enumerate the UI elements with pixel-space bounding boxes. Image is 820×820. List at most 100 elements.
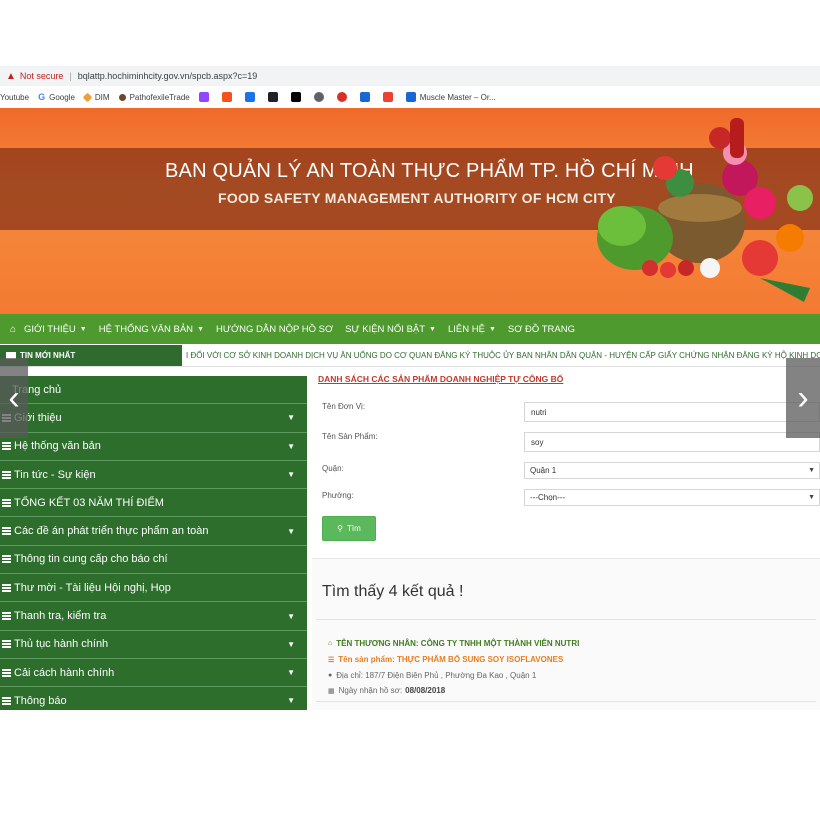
nav-so-do-trang[interactable]: SƠ ĐỒ TRANG xyxy=(508,324,575,335)
list-icon xyxy=(2,498,11,507)
sidebar-item-he-thong-van-ban[interactable]: Hệ thống văn bản ▼ xyxy=(0,433,307,461)
caret-down-icon: ▼ xyxy=(287,470,295,480)
vegetables-illustration xyxy=(597,118,813,302)
sidebar-item-tin-tuc[interactable]: Tin tức - Sự kiện ▼ xyxy=(0,461,307,490)
caret-down-icon: ▼ xyxy=(287,611,295,621)
ward-label: Phường: xyxy=(322,491,354,500)
address-bar[interactable]: ▲ Not secure | bqlattp.hochiminhcity.gov… xyxy=(0,66,820,86)
sidebar-item-gioi-thieu[interactable]: Giới thiệu ▼ xyxy=(0,404,307,433)
caret-down-icon: ▼ xyxy=(429,325,436,333)
caret-down-icon: ▼ xyxy=(808,494,815,501)
sidebar-item-de-an[interactable]: Các đề án phát triển thực phẩm an toàn ▼ xyxy=(0,517,307,546)
bookmark-blue-icon[interactable] xyxy=(244,92,259,102)
bookmark-circle-icon[interactable] xyxy=(313,92,328,102)
district-label: Quận: xyxy=(322,464,344,473)
sidebar-item-thong-bao[interactable]: Thông báo ▼ xyxy=(0,687,307,710)
caret-down-icon: ▼ xyxy=(488,325,496,333)
unit-input[interactable]: nutri xyxy=(524,402,820,422)
result-trader[interactable]: ⌂ TÊN THƯƠNG NHÂN: CÔNG TY TNHH MỘT THÀN… xyxy=(328,639,579,648)
sidebar-item-thu-tuc[interactable]: Thủ tục hành chính ▼ xyxy=(0,631,307,659)
bookmark-red-icon[interactable] xyxy=(336,92,351,102)
caret-down-icon: ▼ xyxy=(79,325,87,333)
sidebar-item-label: Thanh tra, kiểm tra xyxy=(14,610,107,623)
map-marker-icon: ● xyxy=(328,672,333,679)
bookmark-h-icon[interactable] xyxy=(359,92,374,102)
results-section: Tìm thấy 4 kết quả ! ⌂ TÊN THƯƠNG NHÂN: … xyxy=(312,558,820,710)
product-input[interactable]: soy xyxy=(524,432,820,452)
bookmark-gift-icon[interactable] xyxy=(382,92,397,102)
result-count: Tìm thấy 4 kết quả ! xyxy=(322,583,464,600)
divider xyxy=(316,701,816,702)
previous-arrow-icon[interactable]: ‹ xyxy=(0,358,28,438)
banner-title-en: FOOD SAFETY MANAGEMENT AUTHORITY OF HCM … xyxy=(218,190,616,206)
product-label: Tên Sản Phẩm: xyxy=(322,432,378,441)
search-panel: DANH SÁCH CÁC SẢN PHẨM DOANH NGHIỆP TỰ C… xyxy=(312,368,820,710)
list-icon xyxy=(2,527,11,536)
sidebar-item-label: Tin tức - Sự kiện xyxy=(14,468,96,481)
news-ticker: TIN MỚI NHẤT I ĐỐI VỚI CƠ SỞ KINH DOANH … xyxy=(0,345,820,367)
caret-down-icon: ▼ xyxy=(287,526,295,536)
nav-lien-he[interactable]: LIÊN HỆ ▼ xyxy=(448,324,496,335)
list-icon xyxy=(2,583,11,592)
bookmark-g-icon[interactable] xyxy=(221,92,236,102)
bookmark-muscle-master[interactable]: Muscle Master – Or... xyxy=(405,92,496,102)
main-nav: ⌂ GIỚI THIỆU ▼ HỆ THỐNG VĂN BẢN ▼ HƯỚNG DẪ… xyxy=(0,314,820,344)
nav-he-thong-van-ban[interactable]: HỆ THỐNG VĂN BẢN ▼ xyxy=(99,324,204,335)
bookmark-dim[interactable]: DIM xyxy=(82,92,110,102)
divider xyxy=(316,619,816,620)
sidebar-item-thanh-tra[interactable]: Thanh tra, kiểm tra ▼ xyxy=(0,602,307,631)
result-product[interactable]: ☰ Tên sản phẩm: THỰC PHẨM BỔ SUNG SOY IS… xyxy=(328,655,563,664)
sidebar-item-label: Thư mời - Tài liệu Hội nghị, Họp xyxy=(14,581,171,594)
security-status[interactable]: Not secure xyxy=(20,71,64,81)
bookmark-twitch-icon[interactable] xyxy=(198,92,213,102)
list-icon xyxy=(2,668,11,677)
sidebar-item-label: Thông tin cung cấp cho báo chí xyxy=(14,553,168,566)
nav-gioi-thieu[interactable]: GIỚI THIỆU ▼ xyxy=(24,324,87,335)
h-icon xyxy=(405,92,416,102)
caret-down-icon: ▼ xyxy=(197,325,204,333)
caret-down-icon: ▼ xyxy=(808,467,815,474)
caret-down-icon: ▼ xyxy=(287,668,295,678)
home-icon: ⌂ xyxy=(328,640,333,647)
ward-select[interactable]: ---Chọn--- ▼ xyxy=(524,489,820,506)
calendar-icon: ▦ xyxy=(328,687,335,695)
sidebar-item-cai-cach[interactable]: Cải cách hành chính ▼ xyxy=(0,659,307,688)
bookmark-pathofexile[interactable]: PathofexileTrade xyxy=(118,93,190,102)
caret-down-icon: ▼ xyxy=(287,441,295,451)
site-banner: BAN QUẢN LÝ AN TOÀN THỰC PHẨM TP. HỒ CHÍ… xyxy=(0,108,820,314)
caret-down-icon: ▼ xyxy=(287,639,295,649)
sidebar-item-label: Cải cách hành chính xyxy=(14,666,115,679)
sidebar-item-thong-tin-bao-chi[interactable]: Thông tin cung cấp cho báo chí xyxy=(0,546,307,575)
sidebar-item-tong-ket[interactable]: TỔNG KẾT 03 NĂM THÍ ĐIỂM xyxy=(0,489,307,518)
search-icon: ⚲ xyxy=(337,524,344,533)
ticker-message[interactable]: I ĐỐI VỚI CƠ SỞ KINH DOANH DỊCH VỤ ĂN UỐ… xyxy=(182,351,820,360)
list-icon: ☰ xyxy=(328,656,335,664)
sidebar-item-trang-chu[interactable]: Trang chủ xyxy=(0,376,307,405)
bookmark-youtube[interactable]: Youtube xyxy=(0,93,29,102)
url-text[interactable]: bqlattp.hochiminhcity.gov.vn/spcb.aspx?c… xyxy=(78,71,258,81)
separator: | xyxy=(69,71,72,81)
bookmark-google[interactable]: G Google xyxy=(38,92,75,102)
result-address: ● Địa chỉ: 187/7 Điện Biên Phủ , Phường … xyxy=(328,671,537,680)
sidebar-item-label: Hệ thống văn bản xyxy=(14,440,101,453)
list-icon xyxy=(2,470,11,479)
list-icon xyxy=(2,696,11,705)
district-select[interactable]: Quận 1 ▼ xyxy=(524,462,820,479)
bookmark-black-icon[interactable] xyxy=(290,92,305,102)
sidebar-item-label: Thủ tục hành chính xyxy=(14,638,109,651)
diamond-icon xyxy=(82,92,93,102)
sidebar-menu: Trang chủ Giới thiệu ▼ Hệ thống văn bản … xyxy=(0,376,307,710)
caret-down-icon: ▼ xyxy=(287,413,295,423)
sidebar-item-thu-moi[interactable]: Thư mời - Tài liệu Hội nghị, Họp xyxy=(0,574,307,603)
next-arrow-icon[interactable]: › xyxy=(786,358,820,438)
nav-huong-dan[interactable]: HƯỚNG DẪN NỘP HỒ SƠ xyxy=(216,324,333,335)
bookmark-c-icon[interactable] xyxy=(267,92,282,102)
sidebar-item-label: TỔNG KẾT 03 NĂM THÍ ĐIỂM xyxy=(14,496,164,509)
sidebar-item-label: Các đề án phát triển thực phẩm an toàn xyxy=(14,525,209,538)
home-icon[interactable]: ⌂ xyxy=(2,324,24,335)
caret-down-icon: ▼ xyxy=(287,696,295,706)
nav-su-kien[interactable]: SỰ KIỆN NỔI BẬT ▼ xyxy=(345,324,436,335)
result-date-value: 08/08/2018 xyxy=(405,686,446,695)
bookmarks-bar: Youtube G Google DIM PathofexileTrade Mus… xyxy=(0,87,820,107)
search-button[interactable]: ⚲ Tìm xyxy=(322,516,376,541)
